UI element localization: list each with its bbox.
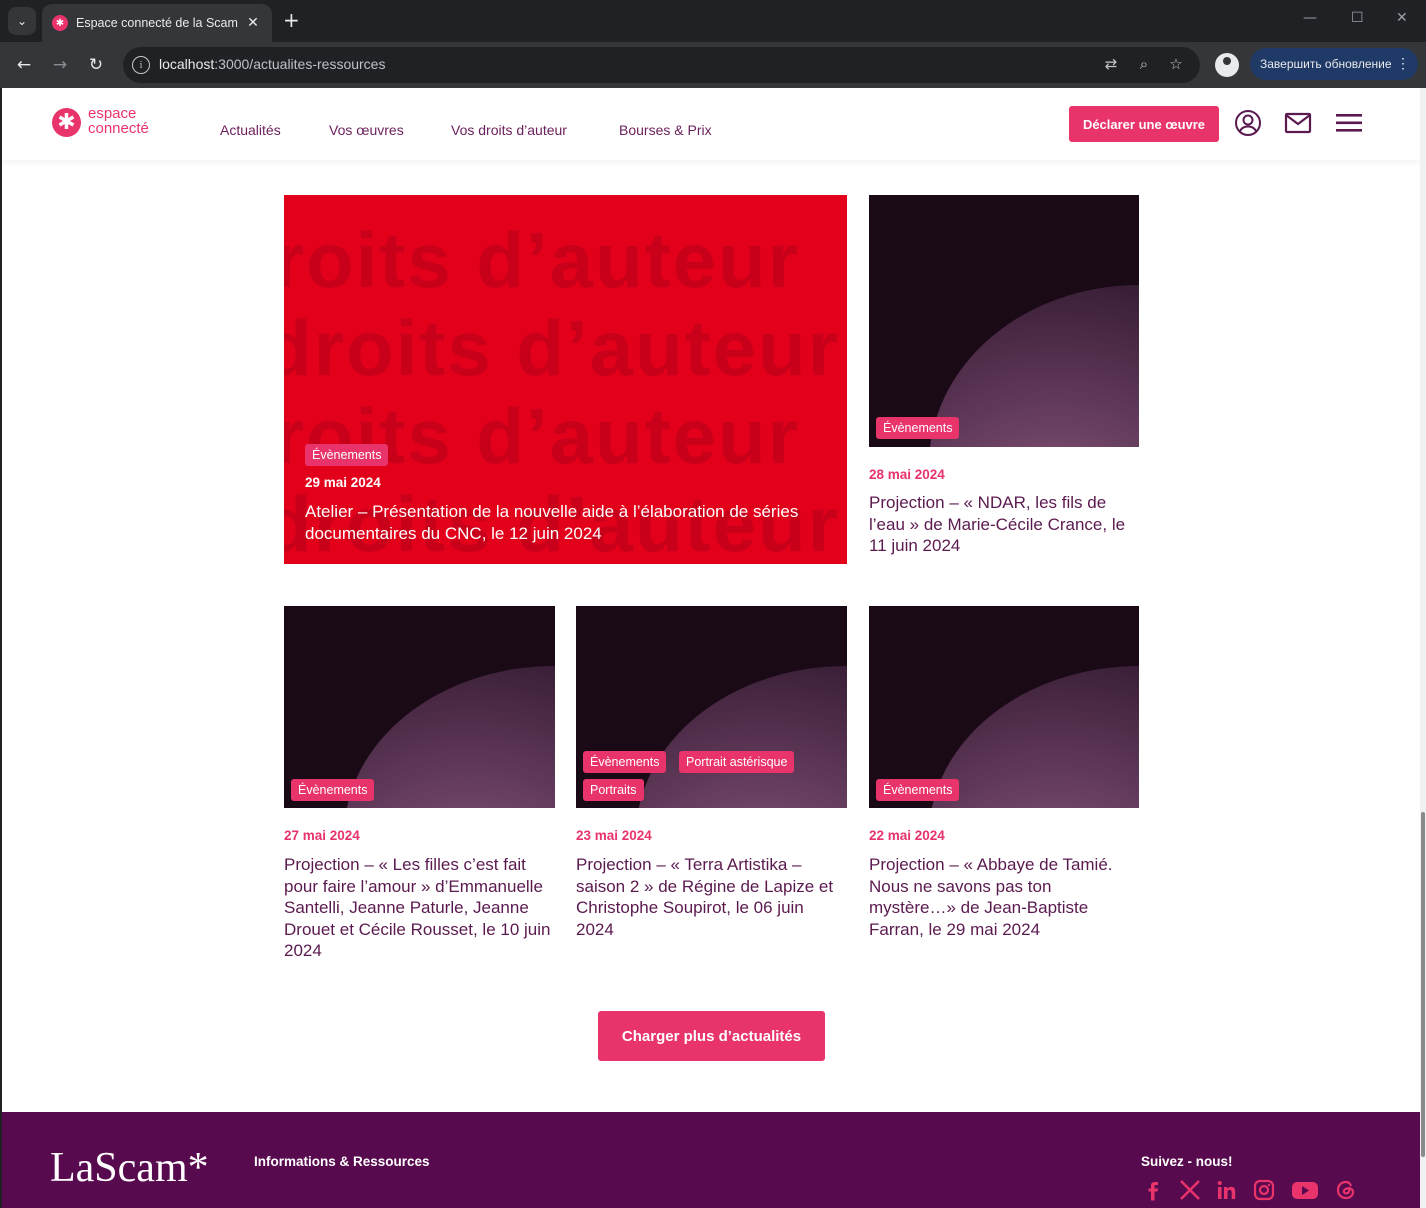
zoom-icon[interactable]: ⌕ xyxy=(1134,55,1154,73)
tag-chip[interactable]: Évènements xyxy=(876,779,960,801)
bookmark-star-icon[interactable]: ☆ xyxy=(1166,55,1186,73)
favicon-icon: ✱ xyxy=(52,15,68,31)
hero-bg-text: droits d’auteur xyxy=(284,304,841,392)
url-path: :3000/actualites-ressources xyxy=(214,56,386,72)
linkedin-icon[interactable] xyxy=(1215,1178,1239,1202)
close-tab-icon[interactable]: ✕ xyxy=(244,15,262,31)
hero-bg-text: droits d’auteur xyxy=(284,392,801,480)
news-thumbnail xyxy=(869,606,1139,808)
asterisk-logo-icon[interactable]: ✱ xyxy=(52,108,81,137)
thumbnail-shape xyxy=(636,666,847,808)
youtube-icon[interactable] xyxy=(1291,1178,1319,1202)
hero-bg-text: droits d’auteur xyxy=(284,216,801,304)
maximize-window-icon[interactable]: ☐ xyxy=(1351,10,1364,26)
nav-actualites[interactable]: Actualités xyxy=(220,122,281,138)
browser-tab[interactable]: ✱ Espace connecté de la Scam ✕ xyxy=(42,4,272,42)
logo-line-1: espace xyxy=(88,105,137,122)
thumbnail-shape xyxy=(344,666,555,808)
minimize-window-icon[interactable]: — xyxy=(1303,10,1317,26)
forward-button[interactable]: → xyxy=(48,53,72,77)
news-thumbnail xyxy=(869,195,1139,447)
x-icon[interactable] xyxy=(1178,1178,1202,1202)
thumbnail-shape xyxy=(929,285,1139,447)
declare-work-button[interactable]: Déclarer une œuvre xyxy=(1069,106,1219,142)
news-title[interactable]: Projection – « NDAR, les fils de l’eau »… xyxy=(869,492,1141,557)
nav-vos-oeuvres[interactable]: Vos œuvres xyxy=(329,122,404,138)
tag-chip[interactable]: Évènements xyxy=(305,444,389,466)
page-viewport: ✱ espace connecté Actualités Vos œuvres … xyxy=(2,88,1420,1208)
tag-chip[interactable]: Évènements xyxy=(291,779,375,801)
site-info-icon[interactable]: i xyxy=(132,56,150,74)
instagram-icon[interactable] xyxy=(1252,1178,1276,1202)
featured-news-card[interactable]: droits d’auteur droits d’auteur droits d… xyxy=(284,195,847,564)
browser-tab-bar: ⌄ ✱ Espace connecté de la Scam ✕ + — ☐ ✕ xyxy=(0,0,1426,42)
tag-chip[interactable]: Évènements xyxy=(583,751,667,773)
logo-line-2: connecté xyxy=(88,120,149,137)
site-footer: LaScam* Informations & Ressources Suivez… xyxy=(2,1112,1420,1208)
news-title[interactable]: Projection – « Les filles c’est fait pou… xyxy=(284,854,552,962)
footer-logo[interactable]: LaScam* xyxy=(50,1144,209,1192)
site-header: ✱ espace connecté Actualités Vos œuvres … xyxy=(2,88,1420,160)
nav-droits-auteur[interactable]: Vos droits d’auteur xyxy=(451,122,567,138)
url-host: localhost xyxy=(159,56,215,72)
tab-title: Espace connecté de la Scam xyxy=(76,16,238,30)
address-bar[interactable]: i localhost:3000/actualites-ressources ⇄… xyxy=(123,47,1200,83)
new-tab-button[interactable]: + xyxy=(283,9,300,31)
tag-chip[interactable]: Évènements xyxy=(876,417,960,439)
news-title[interactable]: Atelier – Présentation de la nouvelle ai… xyxy=(305,501,805,545)
footer-follow-title: Suivez - nous! xyxy=(1141,1154,1233,1169)
tab-search-button[interactable]: ⌄ xyxy=(8,7,36,35)
update-label: Завершить обновление xyxy=(1260,57,1392,71)
scrollbar-thumb[interactable] xyxy=(1421,812,1425,1157)
news-date: 29 mai 2024 xyxy=(305,475,381,490)
nav-bourses-prix[interactable]: Bourses & Prix xyxy=(619,122,712,138)
url-text[interactable]: localhost:3000/actualites-ressources xyxy=(159,56,385,72)
news-date: 27 mai 2024 xyxy=(284,828,360,843)
news-date: 28 mai 2024 xyxy=(869,467,945,482)
news-title[interactable]: Projection – « Terra Artistika – saison … xyxy=(576,854,846,940)
threads-icon[interactable] xyxy=(1334,1178,1358,1202)
news-thumbnail xyxy=(284,606,555,808)
reload-button[interactable]: ↻ xyxy=(84,53,108,77)
news-date: 23 mai 2024 xyxy=(576,828,652,843)
thumbnail-shape xyxy=(929,666,1139,808)
back-button[interactable]: ← xyxy=(12,53,36,77)
more-menu-icon[interactable]: ⋮ xyxy=(1396,55,1410,72)
close-window-icon[interactable]: ✕ xyxy=(1396,10,1408,26)
tag-chip[interactable]: Portrait astérisque xyxy=(679,751,795,773)
profile-icon[interactable] xyxy=(1215,53,1239,77)
news-date: 22 mai 2024 xyxy=(869,828,945,843)
site-logo[interactable]: espace connecté xyxy=(88,106,149,136)
mail-icon[interactable] xyxy=(1284,109,1312,137)
tag-chip[interactable]: Portraits xyxy=(583,779,644,801)
account-icon[interactable] xyxy=(1234,109,1262,137)
translate-icon[interactable]: ⇄ xyxy=(1101,55,1121,73)
news-title[interactable]: Projection – « Abbaye de Tamié. Nous ne … xyxy=(869,854,1139,940)
news-thumbnail xyxy=(576,606,847,808)
menu-icon[interactable] xyxy=(1335,109,1363,137)
footer-section-title: Informations & Ressources xyxy=(254,1154,430,1169)
load-more-button[interactable]: Charger plus d’actualités xyxy=(598,1011,825,1061)
facebook-icon[interactable] xyxy=(1141,1178,1165,1202)
browser-toolbar: ← → ↻ i localhost:3000/actualites-ressou… xyxy=(0,42,1426,88)
update-button[interactable]: Завершить обновление ⋮ xyxy=(1250,48,1418,80)
